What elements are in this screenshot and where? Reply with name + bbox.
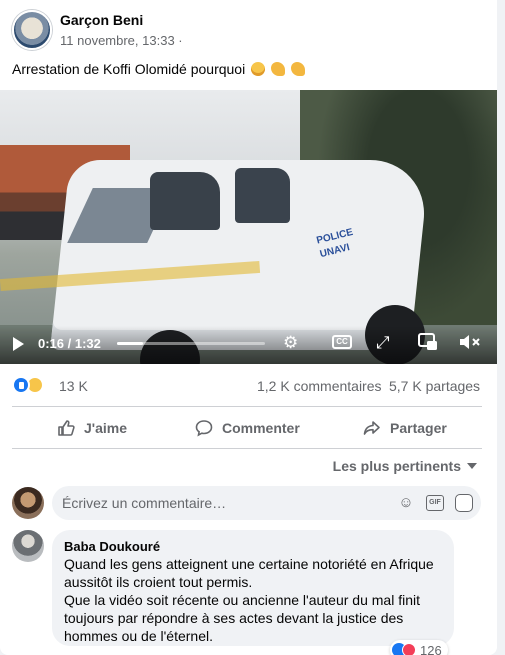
author-name[interactable]: Garçon Beni [60,12,143,28]
share-arrow-icon [362,418,382,438]
video-frame-window [150,172,220,230]
author-avatar[interactable] [12,10,52,50]
flexed-biceps-icon [290,62,305,76]
post-emojis [249,62,305,79]
comment-sort-dropdown[interactable]: Les plus pertinents [333,458,477,474]
crying-face-icon [251,62,266,76]
comment-reaction-count: 126 [420,642,442,655]
like-label: J'aime [84,420,128,436]
picture-in-picture-icon[interactable] [418,333,438,356]
post-text: Arrestation de Koffi Olomidé pourquoi [12,61,305,79]
caret-down-icon [467,463,477,469]
play-icon[interactable] [13,337,24,351]
post-header: Garçon Beni 11 novembre, 13:33 · [12,10,482,54]
settings-gear-icon[interactable]: ⚙ [283,333,298,353]
comment-button[interactable]: Commenter [194,408,300,448]
share-button[interactable]: Partager [362,408,447,448]
comments-count-link[interactable]: 1,2 K commentaires [257,378,382,394]
sticker-icon[interactable] [455,494,473,512]
reaction-count[interactable]: 13 K [59,378,88,394]
post-meta: 11 novembre, 13:33 · [60,33,183,48]
captions-icon[interactable]: CC [332,335,352,349]
video-player[interactable]: POLICE UNAVI [0,90,497,364]
sort-label: Les plus pertinents [332,458,461,474]
share-label: Partager [390,420,447,436]
post-actions: J'aime Commenter Partager [12,408,482,448]
post-stats: 13 K 1,2 K commentaires 5,7 K partages [12,376,482,398]
like-reaction-icon[interactable] [12,376,30,394]
comment-composer[interactable]: ☺ GIF [52,486,481,520]
comment-bubble: Baba Doukouré Quand les gens atteignent … [52,530,454,646]
current-user-avatar[interactable] [12,487,44,519]
thumbs-up-icon [56,418,76,438]
video-progress-bar[interactable] [117,342,265,345]
video-time: 0:16 / 1:32 [38,336,101,351]
speech-bubble-icon [194,418,214,438]
flexed-biceps-icon [271,62,285,76]
post-caption: Arrestation de Koffi Olomidé pourquoi [12,61,246,77]
love-reaction-icon [402,643,416,655]
comment-label: Commenter [222,420,300,436]
video-progress-fill [117,342,143,345]
volume-muted-icon[interactable] [459,333,481,356]
commenter-avatar[interactable] [12,530,44,562]
shares-count-link[interactable]: 5,7 K partages [389,378,480,394]
fullscreen-icon[interactable]: ⤢ [376,333,390,353]
post-timestamp[interactable]: 11 novembre, 13:33 [60,33,175,48]
divider [12,406,482,407]
comment-text: Quand les gens atteignent une certaine n… [64,556,434,644]
comment-input[interactable] [62,486,382,520]
comment-author[interactable]: Baba Doukouré [64,538,442,555]
video-frame-window [235,168,290,223]
comment-reactions[interactable]: 126 [390,640,448,655]
post-card: Garçon Beni 11 novembre, 13:33 · Arresta… [0,0,497,655]
emoji-icon[interactable]: ☺ [397,494,415,512]
meta-separator: · [178,33,183,48]
gif-icon[interactable]: GIF [426,495,444,511]
like-button[interactable]: J'aime [56,408,127,448]
divider [12,448,482,449]
